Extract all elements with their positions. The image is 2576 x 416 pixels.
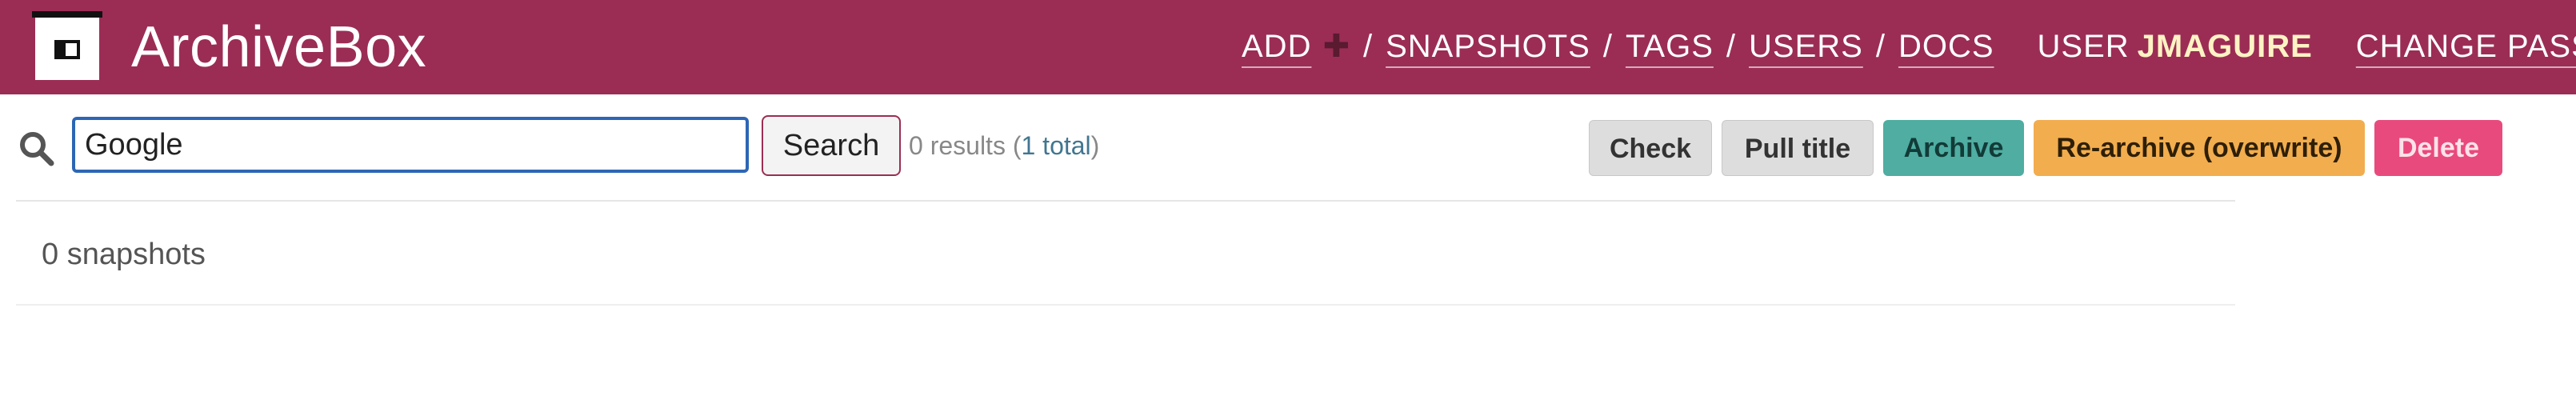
nav-add-link[interactable]: ADD ✚: [1242, 29, 1350, 64]
nav-docs-link[interactable]: DOCS: [1898, 29, 1994, 64]
nav-separator: /: [1726, 29, 1736, 64]
results-total-link[interactable]: 1 total: [1021, 131, 1090, 160]
divider: [16, 200, 2235, 202]
check-button[interactable]: Check: [1589, 120, 1712, 176]
archivebox-logo-icon[interactable]: [32, 11, 102, 80]
brand-title[interactable]: ArchiveBox: [131, 11, 426, 83]
nav-add-label: ADD: [1242, 29, 1312, 64]
search-input[interactable]: [72, 117, 749, 173]
plus-icon: ✚: [1322, 29, 1350, 64]
pull-title-button[interactable]: Pull title: [1722, 120, 1874, 176]
search-button[interactable]: Search: [762, 115, 901, 176]
search-icon: [20, 132, 54, 166]
user-block: USER JMAGUIRE: [2038, 29, 2313, 64]
rearchive-overwrite-button[interactable]: Re-archive (overwrite): [2034, 120, 2365, 176]
divider: [16, 304, 2235, 306]
result-count: 0 results (1 total): [909, 128, 1099, 163]
nav-separator: /: [1602, 29, 1613, 64]
delete-button[interactable]: Delete: [2374, 120, 2502, 176]
nav-snapshots-link[interactable]: SNAPSHOTS: [1386, 29, 1590, 64]
snapshot-count: 0 snapshots: [42, 238, 206, 271]
nav-separator: /: [1362, 29, 1374, 64]
username: JMAGUIRE: [2137, 29, 2313, 64]
nav-users-link[interactable]: USERS: [1749, 29, 1863, 64]
results-suffix: ): [1090, 131, 1100, 160]
nav-separator: /: [1875, 29, 1886, 64]
user-prefix: USER: [2037, 29, 2130, 64]
archive-button[interactable]: Archive: [1883, 120, 2024, 176]
results-prefix: 0 results (: [909, 131, 1022, 160]
change-password-link[interactable]: CHANGE PASSWORD: [2356, 29, 2576, 64]
nav-tags-link[interactable]: TAGS: [1626, 29, 1714, 64]
top-nav: ADD ✚ / SNAPSHOTS / TAGS / USERS / DOCS USER JMAGUI…: [1242, 22, 2576, 70]
top-header: ArchiveBox ADD ✚ / SNAPSHOTS / TAGS / USERS / DOC…: [0, 0, 2576, 94]
